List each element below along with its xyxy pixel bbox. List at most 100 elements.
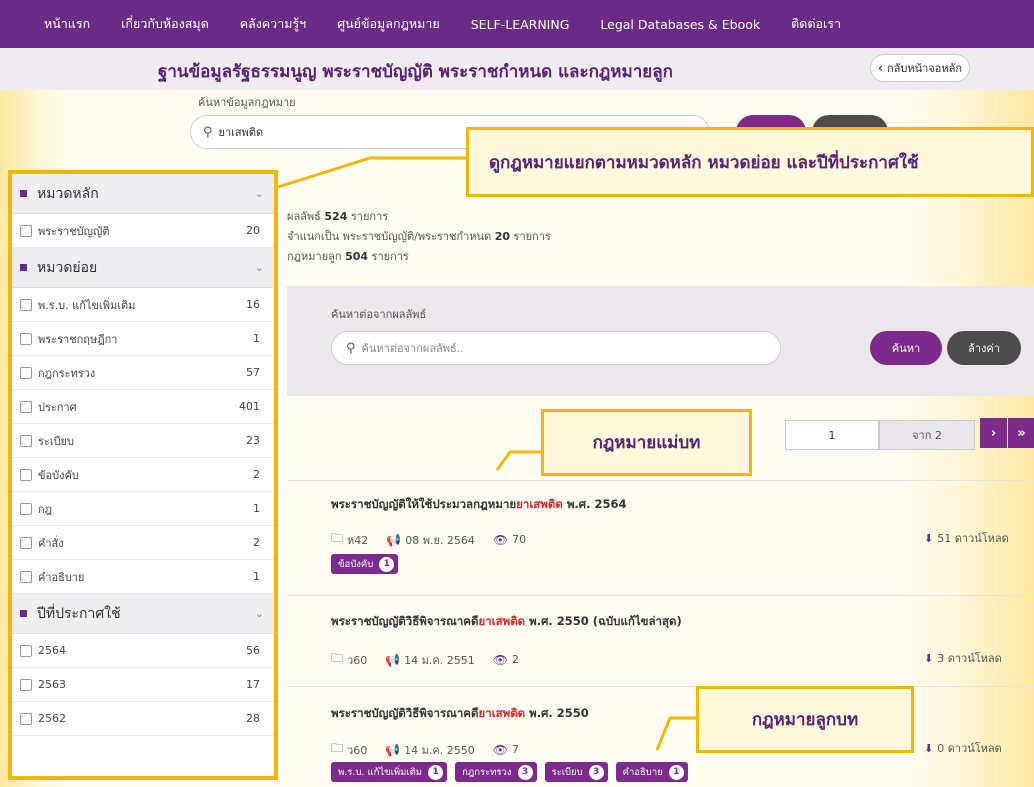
- result-volume: 🗀 ห42: [331, 529, 368, 550]
- filter-item[interactable]: กฎ 1: [12, 492, 274, 526]
- result-views-text: 7: [511, 743, 519, 756]
- filter-item-count: 2: [253, 468, 260, 481]
- filter-item[interactable]: ระเบียบ 23: [12, 424, 274, 458]
- bullet-square-icon: [20, 264, 27, 271]
- result-tags: ข้อบังคับ 1: [331, 554, 406, 574]
- checkbox[interactable]: [20, 644, 32, 657]
- checkbox[interactable]: [20, 570, 32, 583]
- back-to-main-button[interactable]: ‹ กลับหน้าจอหลัก: [870, 54, 970, 82]
- refine-clear-button[interactable]: ล้างค่า: [947, 331, 1021, 365]
- filter-item[interactable]: คำอธิบาย 1: [12, 560, 274, 594]
- filter-item-count: 2: [253, 536, 260, 549]
- year-header[interactable]: ปีที่ประกาศใช้ ⌄: [12, 594, 274, 634]
- result-downloads-text: 3 ดาวน์โหลด: [937, 652, 1002, 665]
- filter-item-count: 1: [253, 570, 260, 583]
- result-date: 📢 14 ม.ค. 2551: [385, 651, 475, 669]
- nav-item-knowledge[interactable]: คลังความรู้ฯ: [240, 14, 307, 34]
- eye-icon: 👁: [492, 742, 508, 757]
- nav-item-contact[interactable]: ติดต่อเรา: [791, 14, 841, 34]
- checkbox[interactable]: [20, 678, 32, 691]
- checkbox[interactable]: [20, 298, 32, 311]
- result-title[interactable]: พระราชบัญญัติวิธีพิจารณาคดียาเสพติด พ.ศ.…: [331, 613, 682, 631]
- page-number-input[interactable]: 1: [785, 420, 879, 450]
- checkbox[interactable]: [20, 332, 32, 345]
- result-title-text: พระราชบัญญัติวิธีพิจารณาคดี: [331, 706, 479, 720]
- search-label: ค้นหาข้อมูลกฎหมาย: [198, 96, 296, 109]
- checkbox[interactable]: [20, 400, 32, 413]
- filter-item[interactable]: พระราชกฤษฎีกา 1: [12, 322, 274, 356]
- download-icon: ⬇: [924, 741, 934, 755]
- refine-search-input[interactable]: ⚲ ค้นหาต่อจากผลลัพธ์..: [331, 331, 781, 365]
- megaphone-icon: 📢: [386, 532, 402, 547]
- related-law-tag[interactable]: กฎกระทรวง 3: [455, 762, 537, 782]
- filter-item[interactable]: 2562 28: [12, 702, 274, 736]
- checkbox[interactable]: [20, 468, 32, 481]
- result-views: 👁 2: [493, 653, 519, 667]
- refine-search-button[interactable]: ค้นหา: [870, 331, 942, 365]
- filter-item[interactable]: พระราชบัญญัติ 20: [12, 214, 274, 248]
- filter-item-count: 56: [246, 644, 260, 657]
- filter-item[interactable]: ข้อบังคับ 2: [12, 458, 274, 492]
- checkbox[interactable]: [20, 502, 32, 515]
- last-page-button[interactable]: »: [1008, 418, 1034, 448]
- filter-item[interactable]: พ.ร.บ. แก้ไขเพิ่มเติม 16: [12, 288, 274, 322]
- related-law-tag[interactable]: คำอธิบาย 1: [615, 762, 688, 782]
- related-law-tag[interactable]: ระเบียบ 3: [544, 762, 608, 782]
- nav-item-legal-databases[interactable]: Legal Databases & Ebook: [600, 17, 760, 32]
- result-volume-text: ห42: [347, 533, 369, 547]
- result-title[interactable]: พระราชบัญญัติให้ใช้ประมวลกฎหมายยาเสพติด …: [331, 496, 626, 514]
- nav-item-about[interactable]: เกี่ยวกับห้องสมุด: [121, 14, 209, 34]
- filter-item-count: 1: [253, 332, 260, 345]
- main-category-header[interactable]: หมวดหลัก ⌄: [12, 174, 274, 214]
- related-law-tag[interactable]: พ.ร.บ. แก้ไขเพิ่มเติม 1: [331, 762, 448, 782]
- filter-item[interactable]: 2564 56: [12, 634, 274, 668]
- callout-child-law-text: กฎหมายลูกบท: [751, 710, 859, 730]
- result-title-highlight: ยาเสพติด: [478, 614, 526, 628]
- sub-category-header[interactable]: หมวดย่อย ⌄: [12, 248, 274, 288]
- title-bar: ฐานข้อมูลรัฐธรรมนูญ พระราชบัญญัติ พระราช…: [0, 48, 1034, 90]
- filter-item-count: 1: [253, 502, 260, 515]
- filter-item[interactable]: 2563 17: [12, 668, 274, 702]
- results-category-line: จำแนกเป็น พระราชบัญญัติ/พระราชกำหนด 20 ร…: [287, 227, 551, 247]
- bullet-square-icon: [20, 610, 27, 617]
- year-header-label: ปีที่ประกาศใช้: [37, 605, 121, 622]
- result-downloads[interactable]: ⬇ 3 ดาวน์โหลด: [924, 649, 1034, 667]
- filter-item[interactable]: กฎกระทรวง 57: [12, 356, 274, 390]
- checkbox[interactable]: [20, 434, 32, 447]
- result-title-suffix: พ.ศ. 2564: [562, 497, 627, 511]
- result-meta: 🗀 ว60 📢 14 ม.ค. 2551 👁 2: [331, 649, 537, 670]
- related-law-tag[interactable]: ข้อบังคับ 1: [331, 554, 399, 574]
- result-date-text: 08 พ.ย. 2564: [405, 533, 475, 547]
- results-total-prefix: ผลลัพธ์: [287, 210, 321, 223]
- result-title[interactable]: พระราชบัญญัติวิธีพิจารณาคดียาเสพติด พ.ศ.…: [331, 705, 589, 723]
- checkbox[interactable]: [20, 224, 32, 237]
- sub-category-label: หมวดย่อย: [37, 259, 98, 276]
- refine-search-button-label: ค้นหา: [891, 342, 921, 355]
- nav-item-law-center[interactable]: ศูนย์ข้อมูลกฎหมาย: [337, 14, 440, 34]
- nav-item-self-learning[interactable]: SELF-LEARNING: [471, 17, 570, 32]
- filter-item-label: 2563: [38, 678, 66, 691]
- next-page-button[interactable]: ›: [980, 418, 1007, 448]
- result-downloads[interactable]: ⬇ 51 ดาวน์โหลด: [924, 529, 1034, 547]
- checkbox[interactable]: [20, 536, 32, 549]
- result-date-text: 14 ม.ค. 2550: [404, 743, 475, 757]
- tag-count: 3: [588, 764, 604, 780]
- filter-item[interactable]: ประกาศ 401: [12, 390, 274, 424]
- result-downloads[interactable]: ⬇ 0 ดาวน์โหลด: [924, 739, 1034, 757]
- checkbox[interactable]: [20, 366, 32, 379]
- nav-item-home[interactable]: หน้าแรก: [44, 14, 90, 34]
- tag-label: ระเบียบ: [551, 766, 583, 778]
- filter-item[interactable]: คำสั่ง 2: [12, 526, 274, 560]
- tag-count: 3: [517, 764, 533, 780]
- checkbox[interactable]: [20, 712, 32, 725]
- result-item: พระราชบัญญัติให้ใช้ประมวลกฎหมายยาเสพติด …: [287, 480, 1034, 590]
- filter-item-label: พ.ร.บ. แก้ไขเพิ่มเติม: [38, 298, 136, 312]
- folder-icon: 🗀: [331, 531, 344, 545]
- filter-item-label: กฎกระทรวง: [38, 366, 96, 380]
- result-title-suffix: พ.ศ. 2550: [525, 706, 589, 720]
- search-icon: ⚲: [203, 124, 213, 140]
- filter-item-label: คำอธิบาย: [38, 570, 85, 584]
- results-total-count: 524: [324, 210, 348, 223]
- filter-item-count: 20: [246, 224, 260, 237]
- tag-count: 1: [379, 556, 395, 572]
